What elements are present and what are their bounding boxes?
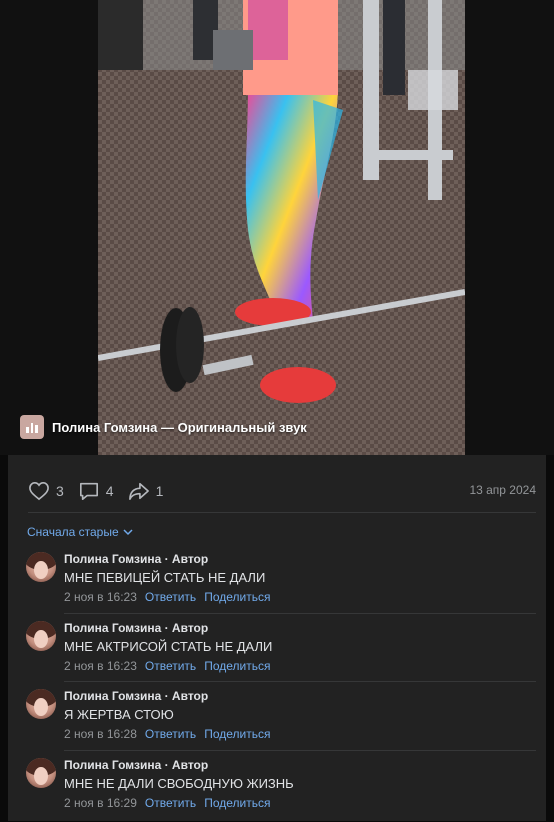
post-panel: 3 4 1 13 апр 2024 Сначала старые Полина … (8, 455, 546, 821)
share-link[interactable]: Поделиться (204, 659, 270, 673)
heart-icon (28, 481, 50, 501)
comment-icon (78, 481, 100, 501)
avatar[interactable] (26, 552, 56, 582)
share-link[interactable]: Поделиться (204, 590, 270, 604)
avatar[interactable] (26, 758, 56, 788)
comment-time[interactable]: 2 ноя в 16:23 (64, 659, 137, 673)
sort-label: Сначала старые (27, 525, 119, 539)
audio-cover-icon (20, 415, 44, 439)
share-count: 1 (156, 483, 164, 499)
share-link[interactable]: Поделиться (204, 727, 270, 741)
reply-link[interactable]: Ответить (145, 727, 196, 741)
post-date: 13 апр 2024 (469, 483, 536, 497)
comment-button[interactable]: 4 (78, 481, 114, 501)
sort-dropdown[interactable]: Сначала старые (27, 525, 133, 539)
comment-author[interactable]: Полина Гомзина · Автор (64, 552, 208, 566)
action-bar: 3 4 1 (28, 481, 163, 501)
avatar[interactable] (26, 689, 56, 719)
video-player[interactable]: Полина Гомзина — Оригинальный звук (0, 0, 554, 455)
share-button[interactable]: 1 (128, 481, 164, 501)
video-frame[interactable] (98, 0, 465, 455)
reply-link[interactable]: Ответить (145, 796, 196, 810)
reply-link[interactable]: Ответить (145, 590, 196, 604)
comment-author[interactable]: Полина Гомзина · Автор (64, 621, 208, 635)
share-link[interactable]: Поделиться (204, 796, 270, 810)
comment-text: Я ЖЕРТВА СТОЮ (64, 707, 174, 722)
comment-item: Полина Гомзина · Автор МНЕ ПЕВИЦЕЙ СТАТЬ… (26, 548, 536, 617)
comment-list: Полина Гомзина · Автор МНЕ ПЕВИЦЕЙ СТАТЬ… (26, 548, 536, 822)
comment-item: Полина Гомзина · Автор Я ЖЕРТВА СТОЮ 2 н… (26, 685, 536, 754)
like-button[interactable]: 3 (28, 481, 64, 501)
comment-author[interactable]: Полина Гомзина · Автор (64, 758, 208, 772)
avatar[interactable] (26, 621, 56, 651)
comment-text: МНЕ АКТРИСОЙ СТАТЬ НЕ ДАЛИ (64, 639, 272, 654)
audio-track[interactable]: Полина Гомзина — Оригинальный звук (20, 415, 307, 439)
comment-time[interactable]: 2 ноя в 16:28 (64, 727, 137, 741)
like-count: 3 (56, 483, 64, 499)
comment-author[interactable]: Полина Гомзина · Автор (64, 689, 208, 703)
comment-item: Полина Гомзина · Автор МНЕ НЕ ДАЛИ СВОБО… (26, 754, 536, 822)
comment-time[interactable]: 2 ноя в 16:29 (64, 796, 137, 810)
video-still (98, 0, 465, 455)
reply-link[interactable]: Ответить (145, 659, 196, 673)
divider (28, 512, 536, 513)
comment-text: МНЕ ПЕВИЦЕЙ СТАТЬ НЕ ДАЛИ (64, 570, 265, 585)
audio-track-label[interactable]: Полина Гомзина — Оригинальный звук (52, 420, 307, 435)
share-icon (128, 481, 150, 501)
comment-count: 4 (106, 483, 114, 499)
comment-time[interactable]: 2 ноя в 16:23 (64, 590, 137, 604)
comment-text: МНЕ НЕ ДАЛИ СВОБОДНУЮ ЖИЗНЬ (64, 776, 294, 791)
chevron-down-icon (123, 528, 133, 536)
comment-item: Полина Гомзина · Автор МНЕ АКТРИСОЙ СТАТ… (26, 617, 536, 686)
